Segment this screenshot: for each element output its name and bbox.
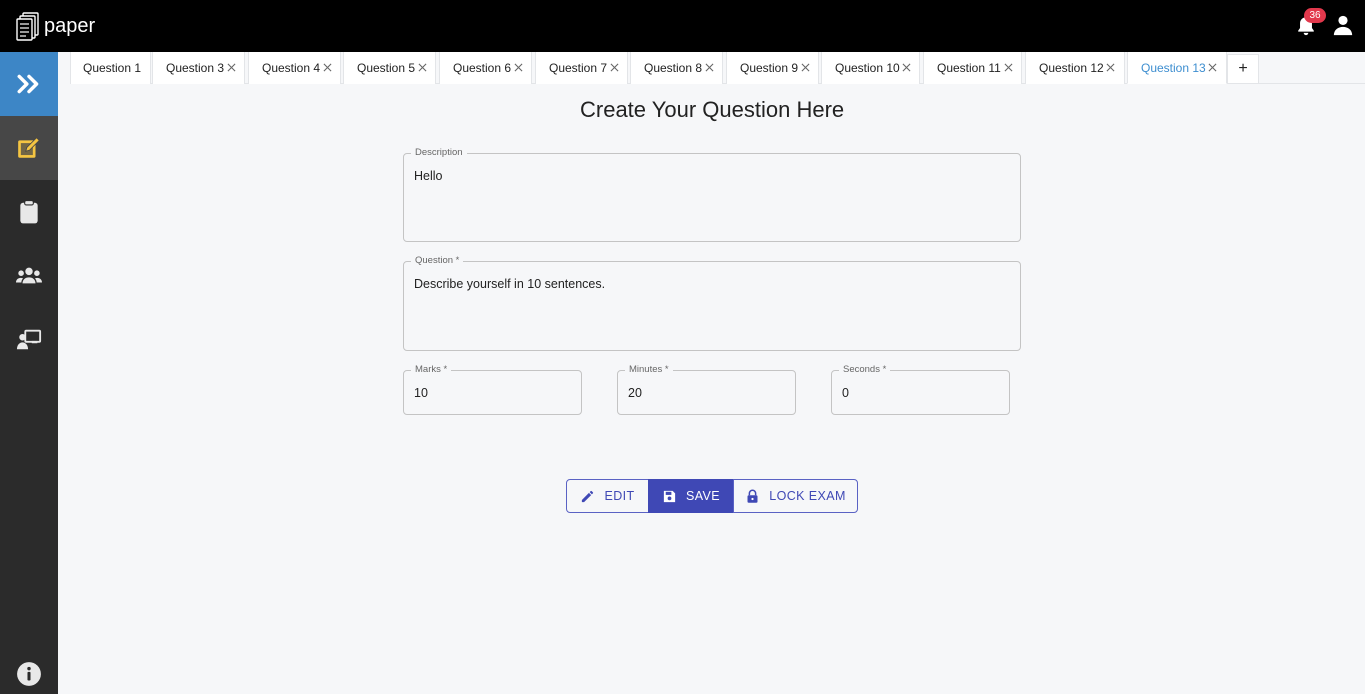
seconds-field[interactable]: Seconds * 0 (831, 364, 1010, 415)
close-icon[interactable] (705, 63, 714, 72)
description-field[interactable]: Description Hello (403, 147, 1021, 242)
close-icon[interactable] (323, 63, 332, 72)
users-group-icon (16, 267, 42, 284)
tab-question-10[interactable]: Question 10 (821, 52, 920, 84)
tab-label: Question 1 (83, 61, 142, 75)
tab-label: Question 6 (453, 61, 512, 75)
tab-question-6[interactable]: Question 6 (439, 52, 532, 84)
floppy-disk-icon (663, 490, 676, 502)
page-title: Create Your Question Here (580, 97, 845, 122)
lock-exam-button[interactable]: LOCK EXAM (733, 479, 858, 513)
tab-question-5[interactable]: Question 5 (343, 52, 436, 84)
info-icon (17, 662, 41, 686)
description-label: Description (411, 147, 467, 159)
marks-value: 10 (414, 386, 428, 400)
sidebar-item-info[interactable] (0, 642, 58, 694)
tab-label: Question 10 (835, 61, 900, 75)
tab-label: Question 9 (740, 61, 799, 75)
minutes-label: Minutes * (625, 364, 673, 376)
lock-icon (747, 489, 758, 503)
tab-question-3[interactable]: Question 3 (152, 52, 245, 84)
tab-question-1[interactable]: Question 1 (70, 52, 151, 84)
close-icon[interactable] (418, 63, 427, 72)
tab-question-12[interactable]: Question 12 (1025, 52, 1125, 84)
tab-question-8[interactable]: Question 8 (630, 52, 723, 84)
close-icon[interactable] (514, 63, 523, 72)
tab-label: Question 13 (1141, 61, 1206, 75)
question-value: Describe yourself in 10 sentences. (414, 277, 606, 291)
user-account-icon[interactable] (1332, 14, 1354, 36)
sidebar-item-students[interactable] (0, 244, 58, 308)
close-icon[interactable] (902, 63, 911, 72)
brand[interactable]: paper (16, 10, 95, 42)
description-value: Hello (414, 169, 443, 183)
close-icon[interactable] (610, 63, 619, 72)
clipboard-icon (20, 200, 38, 224)
sidebar-item-teachers[interactable] (0, 308, 58, 372)
sidebar-item-questions[interactable] (0, 116, 58, 180)
question-field[interactable]: Question * Describe yourself in 10 sente… (403, 255, 1021, 351)
action-button-group: EDIT SAVE LOCK EXAM (566, 479, 858, 513)
close-icon[interactable] (1004, 63, 1013, 72)
tab-question-9[interactable]: Question 9 (726, 52, 819, 84)
minutes-value: 20 (628, 386, 642, 400)
tab-question-13[interactable]: Question 13 (1127, 52, 1227, 84)
close-icon[interactable] (1208, 63, 1217, 72)
lock-exam-label: LOCK EXAM (769, 489, 846, 503)
tab-label: Question 12 (1039, 61, 1104, 75)
edit-note-icon (18, 137, 40, 158)
save-label: SAVE (685, 489, 721, 503)
top-bar: paper 36 (0, 0, 1365, 52)
close-icon[interactable] (227, 63, 236, 72)
app-name: paper (44, 15, 96, 37)
teacher-board-icon (16, 329, 42, 350)
tab-label: Question 7 (549, 61, 608, 75)
tab-label: Question 11 (937, 61, 1001, 75)
close-icon[interactable] (1106, 63, 1115, 72)
tab-label: Question 3 (166, 61, 225, 75)
marks-field[interactable]: Marks * 10 (403, 364, 582, 415)
close-icon[interactable] (801, 63, 810, 72)
sidebar-item-exams[interactable] (0, 180, 58, 244)
question-label: Question * (411, 255, 464, 267)
notification-badge: 36 (1304, 8, 1326, 23)
minutes-field[interactable]: Minutes * 20 (617, 364, 796, 415)
tab-question-4[interactable]: Question 4 (248, 52, 341, 84)
sidebar (0, 52, 58, 694)
tab-question-7[interactable]: Question 7 (535, 52, 628, 84)
save-button[interactable]: SAVE (648, 479, 734, 513)
tab-label: Question 5 (357, 61, 416, 75)
marks-label: Marks * (411, 364, 452, 376)
add-tab-button[interactable]: + (1227, 54, 1259, 84)
seconds-label: Seconds * (839, 364, 891, 376)
paper-logo-icon (16, 12, 39, 41)
question-tabs: Question 1 Question 3 Question 4 Questio… (70, 52, 1365, 84)
edit-label: EDIT (604, 489, 635, 503)
pencil-icon (582, 490, 594, 502)
double-chevron-right-icon (17, 74, 39, 94)
tab-question-11[interactable]: Question 11 (923, 52, 1022, 84)
tab-label: Question 4 (262, 61, 321, 75)
sidebar-toggle[interactable] (0, 52, 58, 116)
seconds-value: 0 (842, 386, 849, 400)
tab-label: Question 8 (644, 61, 703, 75)
edit-button[interactable]: EDIT (566, 479, 649, 513)
